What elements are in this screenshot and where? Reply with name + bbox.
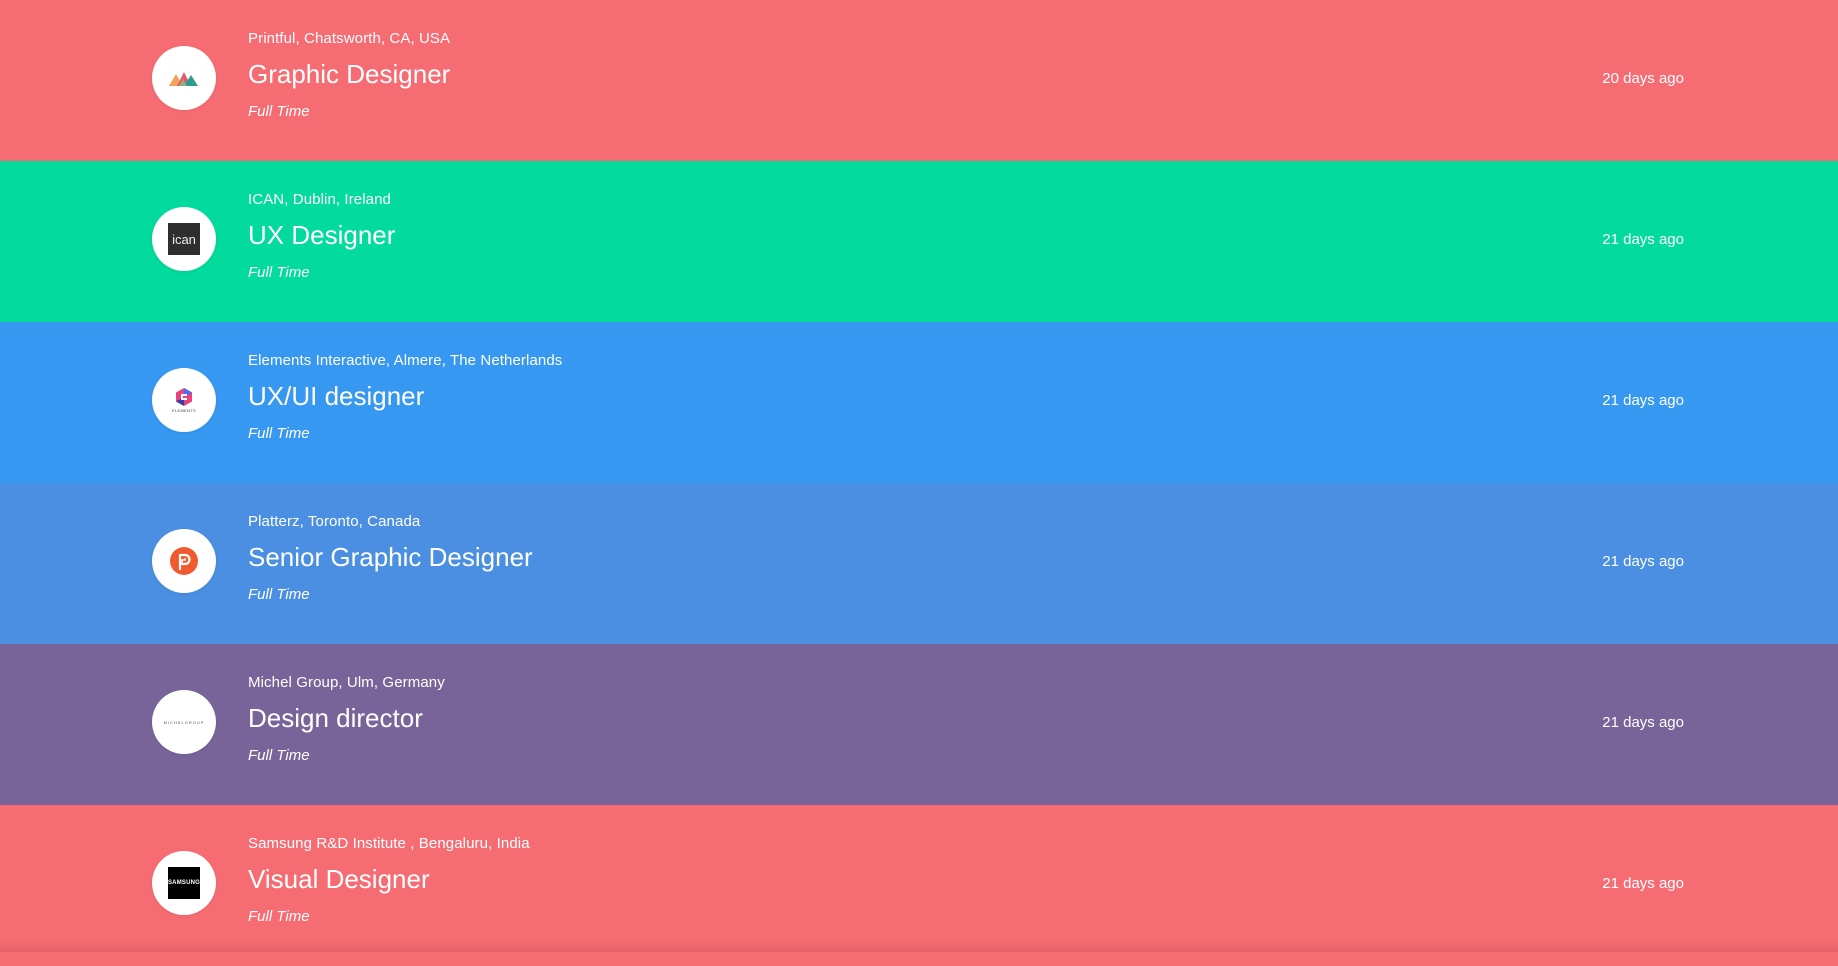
ican-logo-icon: ican — [168, 223, 200, 255]
job-title[interactable]: Visual Designer — [248, 864, 430, 895]
job-type: Full Time — [248, 425, 310, 442]
posted-age: 21 days ago — [1602, 714, 1684, 731]
samsung-logo-text: SAMSUNG — [167, 880, 201, 886]
job-type: Full Time — [248, 908, 310, 925]
job-row-elements[interactable]: ELEMENTS Elements Interactive, Almere, T… — [0, 322, 1838, 483]
company-logo-printful — [152, 46, 216, 110]
posted-age: 21 days ago — [1602, 231, 1684, 248]
company-location: Samsung R&D Institute , Bengaluru, India — [248, 835, 530, 852]
job-title[interactable]: UX Designer — [248, 220, 395, 251]
job-title[interactable]: Design director — [248, 703, 423, 734]
company-location: ICAN, Dublin, Ireland — [248, 191, 391, 208]
company-logo-platterz — [152, 529, 216, 593]
posted-age: 21 days ago — [1602, 875, 1684, 892]
job-title[interactable]: UX/UI designer — [248, 381, 424, 412]
platterz-p-icon — [170, 547, 198, 575]
printful-mountains-icon — [169, 72, 198, 86]
company-logo-samsung: SAMSUNG — [152, 851, 216, 915]
company-location: Printful, Chatsworth, CA, USA — [248, 30, 451, 47]
company-logo-ican: ican — [152, 207, 216, 271]
michelgroup-logo-text: MICHELGROUP — [163, 719, 205, 725]
company-logo-michelgroup: MICHELGROUP — [152, 690, 216, 754]
company-logo-elements: ELEMENTS — [152, 368, 216, 432]
elements-hexagon-icon — [176, 388, 192, 406]
bottom-shadow — [0, 940, 1838, 952]
samsung-logo-icon: SAMSUNG — [168, 867, 200, 899]
elements-logo-text: ELEMENTS — [172, 408, 196, 413]
job-list: Printful, Chatsworth, CA, USA Graphic De… — [0, 0, 1838, 966]
job-type: Full Time — [248, 264, 310, 281]
company-location: Platterz, Toronto, Canada — [248, 513, 421, 530]
posted-age: 21 days ago — [1602, 553, 1684, 570]
job-row-ican[interactable]: ican ICAN, Dublin, Ireland UX Designer F… — [0, 161, 1838, 322]
job-type: Full Time — [248, 586, 310, 603]
company-location: Michel Group, Ulm, Germany — [248, 674, 445, 691]
ican-logo-text: ican — [172, 231, 196, 247]
job-type: Full Time — [248, 103, 310, 120]
posted-age: 20 days ago — [1602, 70, 1684, 87]
job-title[interactable]: Graphic Designer — [248, 59, 450, 90]
job-row-printful[interactable]: Printful, Chatsworth, CA, USA Graphic De… — [0, 0, 1838, 161]
job-type: Full Time — [248, 747, 310, 764]
job-row-platterz[interactable]: Platterz, Toronto, Canada Senior Graphic… — [0, 483, 1838, 644]
job-row-michelgroup[interactable]: MICHELGROUP Michel Group, Ulm, Germany D… — [0, 644, 1838, 805]
job-title[interactable]: Senior Graphic Designer — [248, 542, 533, 573]
posted-age: 21 days ago — [1602, 392, 1684, 409]
company-location: Elements Interactive, Almere, The Nether… — [248, 352, 563, 369]
